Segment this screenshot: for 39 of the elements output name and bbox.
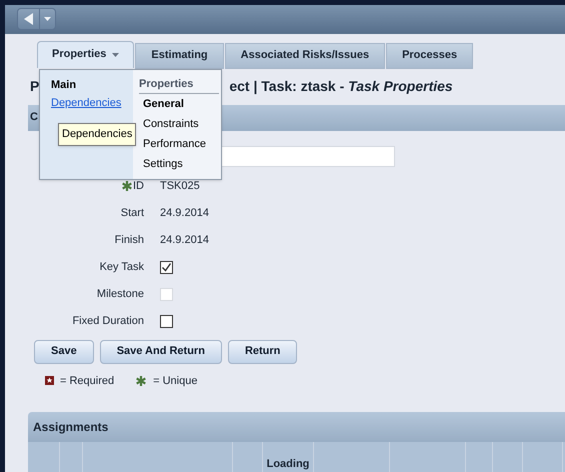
action-button[interactable]: Save bbox=[34, 340, 94, 364]
menu-item[interactable]: Settings bbox=[139, 154, 221, 174]
menu-item[interactable]: General bbox=[139, 94, 221, 114]
page-title: ect | Task: ztask - Task Properties bbox=[229, 76, 453, 96]
menu-item[interactable]: Constraints bbox=[139, 114, 221, 134]
field-label: Fixed Duration bbox=[72, 314, 144, 329]
required-icon bbox=[45, 376, 54, 386]
field-label: ID bbox=[133, 178, 144, 194]
asterisk-icon bbox=[136, 376, 146, 386]
legend-text: = Required bbox=[60, 374, 114, 388]
tab[interactable]: Estimating bbox=[135, 42, 224, 69]
section-title: C bbox=[30, 110, 38, 126]
tab[interactable]: Processes bbox=[386, 42, 474, 69]
action-button[interactable]: Return bbox=[228, 340, 298, 364]
field-label: Start bbox=[120, 206, 144, 221]
caret-icon bbox=[44, 17, 51, 22]
menu-heading: Properties bbox=[139, 75, 219, 94]
field-label: Finish bbox=[114, 232, 144, 248]
page-title: P bbox=[30, 76, 40, 96]
legend-text: = Unique bbox=[153, 374, 198, 388]
field-value: TSK025 bbox=[160, 178, 200, 194]
checkbox[interactable] bbox=[160, 314, 173, 328]
back-arrow-icon bbox=[24, 13, 34, 26]
tooltip: Dependencies bbox=[58, 123, 136, 146]
check-icon bbox=[161, 262, 172, 272]
asterisk-icon bbox=[122, 181, 132, 191]
field-label: Milestone bbox=[96, 286, 144, 302]
field-label: Key Task bbox=[100, 260, 144, 275]
menu-item[interactable]: Performance bbox=[139, 134, 221, 154]
action-button[interactable]: Save And Return bbox=[100, 340, 222, 364]
tab[interactable]: Properties bbox=[37, 40, 134, 68]
tab[interactable]: Associated Risks/Issues bbox=[224, 42, 386, 69]
menu-link[interactable]: Dependencies bbox=[51, 95, 122, 112]
checkbox[interactable] bbox=[160, 260, 173, 274]
section-title: Assignments bbox=[33, 419, 108, 436]
menu-heading: Main bbox=[51, 78, 78, 93]
field-value: 24.9.2014 bbox=[160, 232, 209, 248]
field-value: 24.9.2014 bbox=[160, 206, 209, 221]
column-header: Loading bbox=[266, 457, 310, 472]
